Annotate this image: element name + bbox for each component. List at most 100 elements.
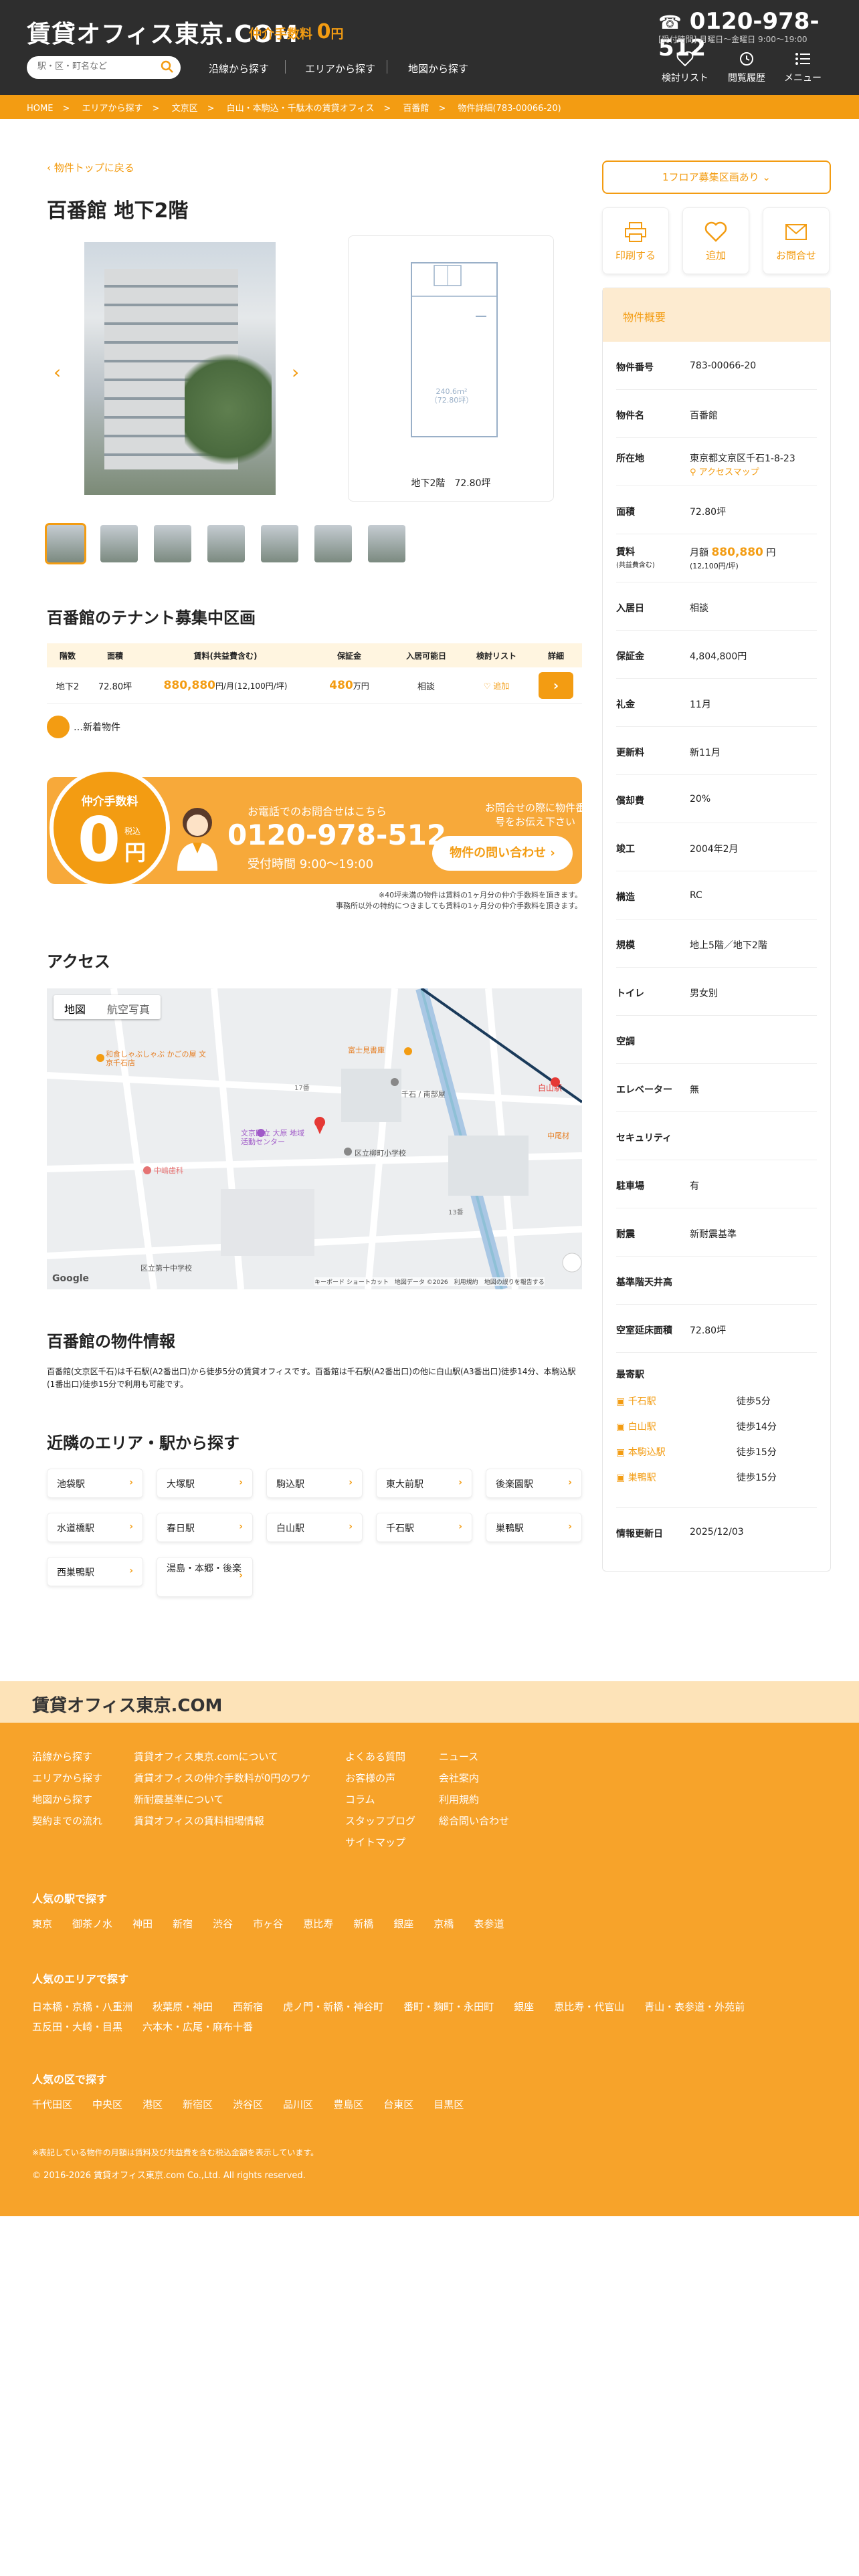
summary-row: 償却費 20% [616,775,817,823]
section-title-zones: 百番館のテナント募集中区画 [47,609,256,627]
footer-link[interactable]: サイトマップ [345,1835,405,1849]
back-link[interactable]: ‹ 物件トップに戻る [47,160,134,175]
station-link[interactable]: 後楽園駅 › [486,1469,582,1498]
history-icon [740,52,753,66]
phone-icon: ☎ [658,11,682,33]
station-link[interactable]: ▣ 巣鴨駅 [616,1471,656,1484]
thumbnail[interactable] [45,523,86,564]
station-link[interactable]: 池袋駅 › [47,1469,143,1498]
footer-link[interactable]: 賃貸オフィスの仲介手数料が0円のワケ [134,1771,310,1785]
thumbnail[interactable] [207,525,245,562]
footer-link[interactable]: 総合問い合わせ [439,1814,509,1828]
train-icon: ▣ [616,1447,628,1458]
map-type-tabs: 地図 航空写真 [54,995,161,1019]
floor-plan-area: 240.6ｍ² （72.80坪） [430,387,474,405]
gallery-next-icon[interactable]: › [292,361,299,383]
footer-link[interactable]: お客様の声 [345,1771,395,1785]
nav-area[interactable]: エリアから探す [305,62,375,76]
station-link[interactable]: 大塚駅 › [157,1469,253,1498]
chevron-right-icon: › [239,1570,243,1581]
footer-link[interactable]: 沿線から探す [32,1749,92,1763]
section-title-nearby: 近隣のエリア・駅から探す [47,1434,240,1453]
station-link[interactable]: 千石駅 › [376,1513,472,1542]
station-link[interactable]: ▣ 本駒込駅 [616,1445,666,1459]
property-description: 百番館(文京区千石)は千石駅(A2番出口)から徒歩5分の賃貸オフィスです。百番館… [47,1367,576,1390]
fee-circle: 仲介手数料 0 税込 円 [50,768,170,888]
tab-map[interactable]: 地図 [54,995,96,1022]
header-menu[interactable]: メニュー [776,51,830,84]
tab-satellite[interactable]: 航空写真 [96,995,161,1022]
thumbnail[interactable] [368,525,405,562]
table-row[interactable]: 地下2 72.80坪 880,880 円/月(12,100円/坪) 480 万円 相… [47,667,582,704]
chevron-right-icon: › [239,1477,243,1488]
popular-areas: 日本橋・京橋・八重洲 秋葉原・神田 西新宿 虎ノ門・新橋・神谷町 番町・麹町・永… [32,2001,745,2033]
summary-row: 入居日 相談 [616,582,817,631]
property-inquiry-button[interactable]: 物件の問い合わせ › [432,836,573,871]
station-link[interactable]: 西巣鴨駅 › [47,1557,143,1586]
footer-link[interactable]: 利用規約 [439,1792,479,1806]
thumbnail[interactable] [154,525,191,562]
footer-link[interactable]: ニュース [439,1749,478,1763]
summary-row: 物件名 百番館 [616,390,817,438]
map-canvas [47,988,582,1289]
station-link[interactable]: 水道橋駅 › [47,1513,143,1542]
station-link[interactable]: 東大前駅 › [376,1469,472,1498]
footer-note: ※表記している物件の月額は賃料及び共益費を含む税込金額を表示しています。 [32,2148,319,2157]
breadcrumb-item[interactable]: 百番館 [403,104,429,114]
print-button[interactable]: 印刷する [602,207,669,274]
breadcrumb-item[interactable]: 文京区 [172,104,198,114]
station-link[interactable]: 巣鴨駅 › [486,1513,582,1542]
access-map[interactable]: 地図 航空写真 和食しゃぶしゃぶ かごの屋 文京千石店 富士見書庫 千石 / 南部… [47,988,582,1289]
thumbnail[interactable] [100,525,138,562]
area-link[interactable]: 湯島・本郷・後楽 › [157,1557,253,1597]
breadcrumb-item[interactable]: HOME [27,104,53,114]
station-link[interactable]: 駒込駅 › [266,1469,363,1498]
footer-link[interactable]: よくある質問 [345,1749,405,1763]
header-history[interactable]: 閲覧履歴 [720,51,773,84]
site-header: 賃貸オフィス東京.COM 仲介手数料 0円 沿線から探す エリアから探す 地図か… [0,0,859,95]
add-favorite-link[interactable]: ♡ 追加 [463,667,530,704]
chevron-right-icon: › [239,1521,243,1532]
footer-logo[interactable]: 賃貸オフィス東京.COM [32,1692,222,1717]
footer-link[interactable]: 会社案内 [439,1771,479,1785]
gallery-prev-icon[interactable]: ‹ [54,361,61,383]
footer-link[interactable]: 契約までの流れ [32,1814,102,1828]
header-favorites[interactable]: 検討リスト [658,51,712,84]
station-link[interactable]: ▣ 白山駅 [616,1420,656,1433]
station-link[interactable]: 白山駅 › [266,1513,363,1542]
operator-icon [177,808,217,871]
breadcrumb-item[interactable]: 白山・本駒込・千駄木の賃貸オフィス [227,104,375,114]
summary-row: 物件番号 783-00066-20 [616,342,817,390]
breadcrumb-item[interactable]: エリアから探す [82,104,143,114]
footer-link[interactable]: 新耐震基準について [134,1792,224,1806]
summary-stations: 最寄駅 ▣ 千石駅 徒歩5分 ▣ 白山駅 徒歩14分 ▣ 本駒込駅 徒歩15分 ▣ 巣… [616,1353,817,1508]
floor-plan[interactable]: 240.6ｍ² （72.80坪） [348,235,554,502]
summary-row: 竣工 2004年2月 [616,823,817,871]
thumbnail[interactable] [261,525,298,562]
floor-vacancy-button[interactable]: 1フロア募集区画あり ⌄ [602,160,831,194]
footer-link[interactable]: コラム [345,1792,375,1806]
inquiry-button[interactable]: お問合せ [763,207,830,274]
footer-link[interactable]: スタッフブログ [345,1814,415,1828]
heart-icon [704,221,727,242]
footer-link[interactable]: 賃貸オフィスの賃料相場情報 [134,1814,264,1828]
chevron-right-icon: › [349,1521,353,1532]
detail-button[interactable]: › [539,672,573,699]
nav-map[interactable]: 地図から探す [408,62,468,76]
nav-line[interactable]: 沿線から探す [209,62,269,76]
contact-banner: 仲介手数料 0 税込 円 お電話でのお問合せはこちら 0120-978-512 … [47,768,585,888]
search-input[interactable] [37,62,158,72]
search-icon[interactable] [161,60,174,74]
footer-link[interactable]: エリアから探す [32,1771,102,1785]
add-favorite-button[interactable]: 追加 [682,207,749,274]
station-link[interactable]: ▣ 千石駅 [616,1394,656,1408]
chevron-down-icon: ⌄ [762,171,771,183]
thumbnail[interactable] [314,525,352,562]
section-title-access: アクセス [47,952,110,971]
contact-phone[interactable]: 0120-978-512 [227,819,446,851]
access-map-link[interactable]: ⚲ アクセスマップ [690,465,759,477]
footer-link[interactable]: 地図から探す [32,1792,92,1806]
footer-link[interactable]: 賃貸オフィス東京.comについて [134,1749,278,1763]
search-box[interactable] [27,56,181,79]
station-link[interactable]: 春日駅 › [157,1513,253,1542]
